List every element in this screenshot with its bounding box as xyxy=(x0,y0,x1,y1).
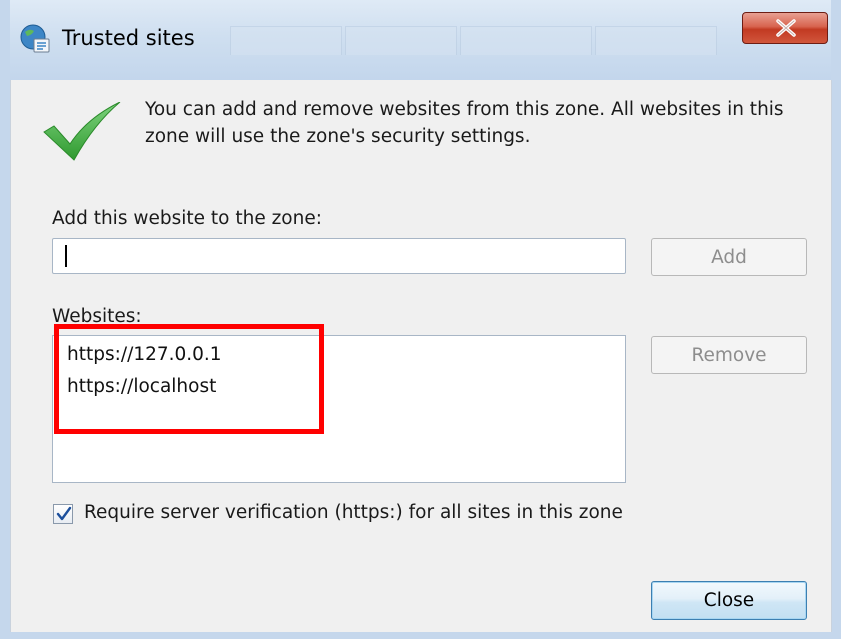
require-verification-checkbox[interactable] xyxy=(53,504,73,524)
close-x-icon xyxy=(776,19,796,37)
green-checkmark-icon xyxy=(43,102,121,161)
text-caret xyxy=(65,245,67,267)
background-tab-ghost xyxy=(345,26,457,55)
add-button[interactable]: Add xyxy=(651,238,807,276)
add-website-label: Add this website to the zone: xyxy=(52,208,322,229)
background-tab-ghost xyxy=(595,26,717,55)
background-tab-ghost xyxy=(460,26,592,55)
close-window-button[interactable] xyxy=(742,12,828,44)
require-verification-label[interactable]: Require server verification (https:) for… xyxy=(84,502,623,523)
add-website-input[interactable] xyxy=(52,238,626,274)
remove-button[interactable]: Remove xyxy=(651,336,807,374)
title-bar[interactable]: Trusted sites xyxy=(0,0,841,80)
window-title: Trusted sites xyxy=(62,26,195,50)
trusted-sites-dialog: Trusted sites You can add and remove web… xyxy=(0,0,841,639)
checkmark-icon xyxy=(56,506,72,521)
close-button[interactable]: Close xyxy=(651,581,807,620)
background-tab-ghost xyxy=(230,26,342,55)
window-frame-left xyxy=(0,0,10,639)
zone-info-text: You can add and remove websites from thi… xyxy=(145,99,784,147)
window-frame-bottom xyxy=(0,632,841,639)
red-highlight-annotation xyxy=(54,324,324,434)
window-frame-right xyxy=(831,0,841,639)
globe-shield-icon xyxy=(20,24,50,53)
